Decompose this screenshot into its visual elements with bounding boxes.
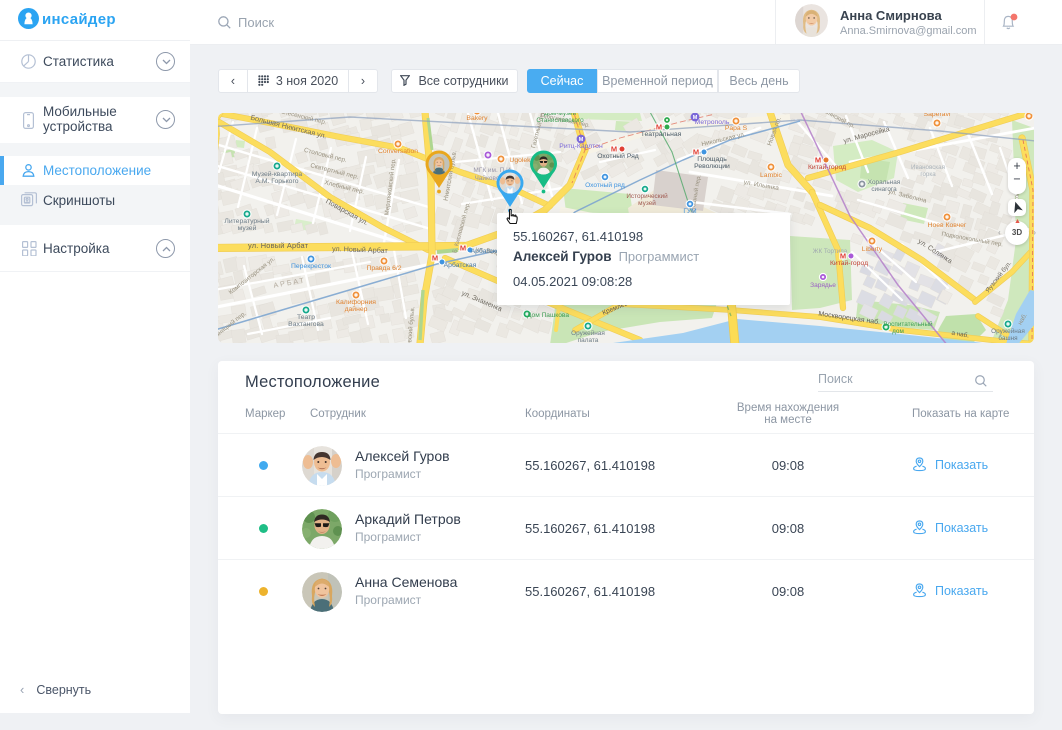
svg-text:Оружейная: Оружейная — [991, 327, 1025, 335]
svg-text:Революции: Революции — [694, 163, 730, 170]
svg-text:Калифорния: Калифорния — [336, 299, 376, 306]
svg-text:Bakery: Bakery — [466, 115, 488, 122]
svg-text:Ритц-Карлтон: Ритц-Карлтон — [559, 143, 603, 150]
svg-text:М: М — [460, 244, 466, 253]
svg-text:Станиславского: Станиславского — [536, 117, 584, 124]
svg-text:Площадь: Площадь — [697, 156, 727, 163]
svg-text:Охотный ряд: Охотный ряд — [585, 181, 625, 189]
svg-text:Правда 6/2: Правда 6/2 — [366, 265, 401, 272]
svg-text:Литературный: Литературный — [224, 217, 269, 225]
svg-text:Метрополь: Метрополь — [695, 119, 730, 126]
svg-text:Ивановская: Ивановская — [911, 164, 945, 171]
svg-text:Театр: Театр — [297, 314, 315, 321]
svg-text:Вахтангова: Вахтангова — [288, 321, 324, 328]
svg-text:Conversation: Conversation — [378, 148, 418, 155]
svg-text:Lambic: Lambic — [760, 172, 783, 179]
svg-text:Театральная: Театральная — [641, 131, 682, 138]
svg-text:Арбатская: Арбатская — [444, 261, 477, 269]
svg-text:Зарядье: Зарядье — [810, 282, 836, 289]
svg-text:синагога: синагога — [871, 186, 897, 193]
svg-text:дом: дом — [892, 328, 904, 335]
svg-text:дайнер: дайнер — [345, 305, 368, 313]
svg-text:Музей-квартира: Музей-квартира — [252, 170, 303, 178]
svg-text:Китай-город: Китай-город — [808, 163, 846, 171]
svg-text:палата: палата — [578, 337, 599, 343]
svg-text:М: М — [432, 254, 438, 263]
svg-text:ул. Новый Арбат: ул. Новый Арбат — [248, 241, 309, 250]
svg-text:А.М. Горького: А.М. Горького — [255, 178, 298, 185]
svg-text:Перекресток: Перекресток — [291, 263, 331, 270]
svg-text:Оружейная: Оружейная — [571, 329, 605, 337]
svg-text:музей: музей — [238, 224, 257, 232]
svg-text:Ugolek: Ugolek — [509, 157, 531, 164]
svg-text:Исторический: Исторический — [626, 192, 668, 200]
svg-text:Papa S: Papa S — [725, 125, 748, 132]
svg-text:Saperavi: Saperavi — [924, 113, 951, 118]
svg-text:горка: горка — [920, 171, 936, 178]
svg-text:Ноев Ковчег: Ноев Ковчег — [928, 222, 967, 229]
svg-text:Китай-город: Китай-город — [830, 259, 868, 267]
svg-text:Liberty: Liberty — [862, 246, 883, 253]
svg-text:Воспитательный: Воспитательный — [883, 320, 933, 328]
svg-text:музей: музей — [638, 199, 656, 207]
svg-text:Охотный Ряд: Охотный Ряд — [597, 152, 639, 160]
svg-text:Дом Пашкова: Дом Пашкова — [527, 312, 569, 319]
svg-text:Хоральная: Хоральная — [868, 179, 901, 186]
svg-text:башня: башня — [998, 334, 1018, 342]
